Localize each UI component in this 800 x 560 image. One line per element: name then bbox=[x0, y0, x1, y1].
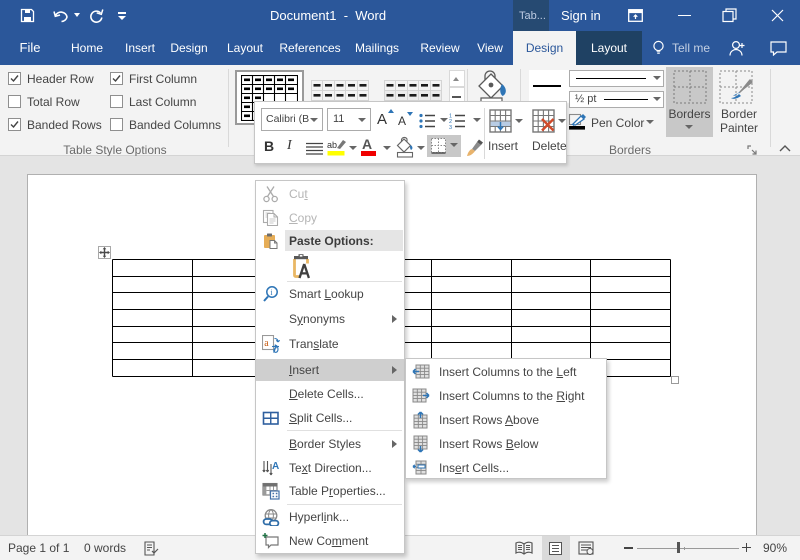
svg-text:i: i bbox=[270, 288, 273, 297]
svg-text:A: A bbox=[272, 461, 279, 472]
svg-text:3: 3 bbox=[449, 125, 452, 129]
svg-text:ab: ab bbox=[327, 140, 337, 150]
svg-text:a: a bbox=[264, 338, 269, 349]
